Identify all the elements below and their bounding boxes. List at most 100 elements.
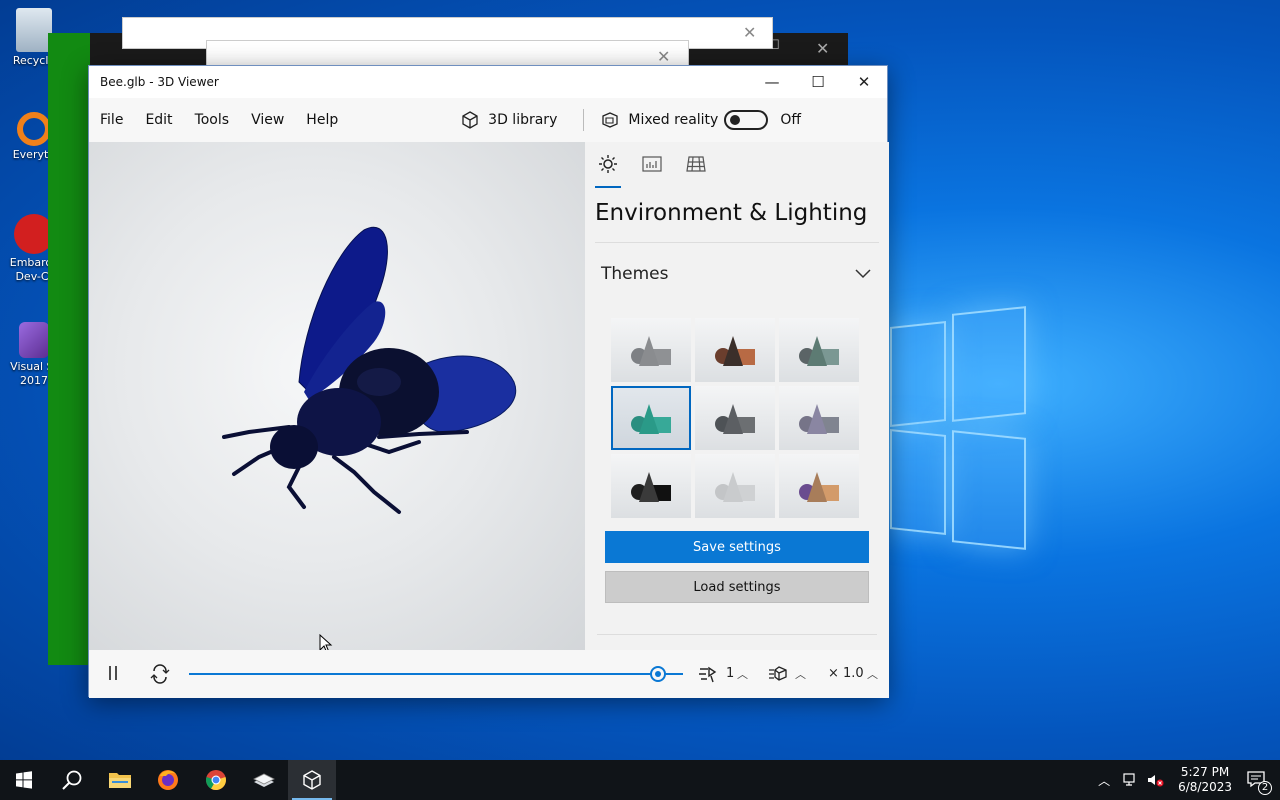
toggle-knob (730, 115, 741, 125)
clock-date: 6/8/2023 (1178, 780, 1232, 794)
theme-thumbnail-gray[interactable] (611, 318, 691, 382)
theme-thumbnail-black[interactable] (611, 454, 691, 518)
taskbar-app[interactable] (240, 760, 288, 800)
menu-view[interactable]: View (240, 112, 295, 128)
mouse-cursor-icon (319, 634, 333, 650)
recycle-bin-icon (16, 8, 52, 52)
playback-bar: 1 ︿ ︿ × 1.0 ︿ (89, 650, 889, 698)
close-icon[interactable]: ✕ (743, 23, 756, 42)
tab-grid-views[interactable] (683, 154, 709, 188)
chevron-up-icon[interactable]: ︿ (737, 666, 748, 682)
3d-viewer-window: Bee.glb - 3D Viewer — ☐ ✕ File Edit Tool… (88, 65, 889, 698)
taskbar-firefox[interactable] (144, 760, 192, 800)
chevron-up-icon[interactable]: ︿ (795, 666, 806, 682)
windows-logo-wallpaper (890, 306, 1030, 550)
close-button[interactable]: ✕ (841, 66, 887, 98)
loop-icon[interactable] (149, 664, 171, 684)
model-parts-icon[interactable] (767, 664, 789, 684)
theme-preview-icon (799, 404, 839, 434)
search-button[interactable] (48, 760, 96, 800)
themes-section-header[interactable]: Themes (585, 243, 889, 293)
close-icon[interactable]: ✕ (657, 47, 670, 66)
system-tray: ︿ 5:27 PM 6/8/2023 2 (1098, 760, 1280, 800)
panel-title: Environment & Lighting (595, 200, 868, 226)
minimize-button[interactable]: — (749, 66, 795, 98)
tab-environment-lighting[interactable] (595, 154, 621, 188)
chevron-up-icon[interactable]: ︿ (1098, 772, 1110, 789)
theme-preview-icon (715, 336, 755, 366)
chevron-down-icon (855, 269, 871, 279)
theme-thumbnail-dark-gray[interactable] (695, 386, 775, 450)
cube-icon (462, 111, 478, 129)
window-title: Bee.glb - 3D Viewer (100, 75, 219, 89)
title-bar[interactable]: Bee.glb - 3D Viewer — ☐ ✕ (89, 66, 887, 98)
mixed-reality-label: Mixed reality (628, 112, 719, 128)
menu-bar: File Edit Tools View Help 3D library Mix… (89, 98, 887, 142)
theme-thumbnail-purple-orange[interactable] (779, 454, 859, 518)
background-window-green[interactable] (48, 33, 90, 665)
maximize-button[interactable]: ☐ (795, 66, 841, 98)
3d-library-label: 3D library (488, 112, 558, 128)
stats-chart-icon (642, 156, 662, 172)
theme-preview-icon (631, 404, 671, 434)
taskbar-file-explorer[interactable] (96, 760, 144, 800)
theme-preview-icon (631, 336, 671, 366)
search-icon (62, 770, 82, 790)
3d-viewport[interactable] (89, 142, 585, 650)
clock[interactable]: 5:27 PM 6/8/2023 (1178, 765, 1232, 795)
theme-thumbnail-teal-gray[interactable] (779, 318, 859, 382)
windows-start-icon (16, 771, 32, 789)
theme-thumbnail-light[interactable] (695, 454, 775, 518)
clock-time: 5:27 PM (1180, 765, 1230, 779)
theme-thumbnail-warm[interactable] (695, 318, 775, 382)
taskbar: ︿ 5:27 PM 6/8/2023 2 (0, 760, 1280, 800)
animation-count: 1 (726, 666, 735, 681)
grid-icon (686, 156, 706, 172)
theme-thumbnail-teal[interactable] (611, 386, 691, 450)
search-magnifier-icon (17, 112, 51, 146)
theme-preview-icon (631, 472, 671, 502)
theme-preview-icon (799, 336, 839, 366)
start-button[interactable] (0, 760, 48, 800)
themes-label: Themes (601, 264, 669, 284)
volume-muted-icon[interactable] (1146, 772, 1164, 788)
3d-library-button[interactable]: 3D library (460, 110, 557, 130)
theme-grid (611, 318, 859, 518)
theme-preview-icon (715, 472, 755, 502)
menu-help[interactable]: Help (295, 112, 349, 128)
side-panel: Environment & Lighting Themes Save setti… (585, 142, 889, 650)
save-settings-button[interactable]: Save settings (605, 531, 869, 563)
sun-icon (599, 155, 617, 173)
mixed-reality-button[interactable]: Mixed reality (600, 110, 718, 130)
chevron-up-icon[interactable]: ︿ (867, 666, 878, 682)
menu-separator (583, 109, 585, 131)
chrome-icon (206, 770, 226, 791)
pause-icon[interactable] (107, 664, 119, 682)
theme-preview-icon (715, 404, 755, 434)
3d-viewer-icon (303, 770, 321, 790)
taskbar-chrome[interactable] (192, 760, 240, 800)
playback-speed: × 1.0 (828, 666, 864, 681)
panel-tabs (585, 142, 889, 190)
menu-edit[interactable]: Edit (134, 112, 183, 128)
divider (597, 634, 877, 635)
visual-studio-icon (19, 322, 49, 358)
firefox-icon (158, 770, 178, 790)
stacked-app-icon (253, 773, 275, 787)
menu-tools[interactable]: Tools (184, 112, 241, 128)
tab-stats-shading[interactable] (639, 154, 665, 188)
timeline-track[interactable] (189, 673, 683, 675)
timeline-thumb[interactable] (650, 666, 667, 682)
menu-file[interactable]: File (89, 112, 134, 128)
theme-thumbnail-lavender[interactable] (779, 386, 859, 450)
mixed-reality-icon (602, 112, 619, 128)
mixed-reality-toggle[interactable] (724, 110, 769, 130)
load-settings-button[interactable]: Load settings (605, 571, 869, 603)
taskbar-3d-viewer[interactable] (288, 760, 336, 800)
mixed-reality-state: Off (780, 112, 801, 128)
network-icon[interactable] (1122, 772, 1140, 788)
action-center-button[interactable]: 2 (1246, 770, 1272, 795)
notification-count-badge: 2 (1258, 780, 1272, 795)
animation-icon[interactable] (697, 664, 719, 684)
close-icon: ✕ (816, 39, 830, 58)
